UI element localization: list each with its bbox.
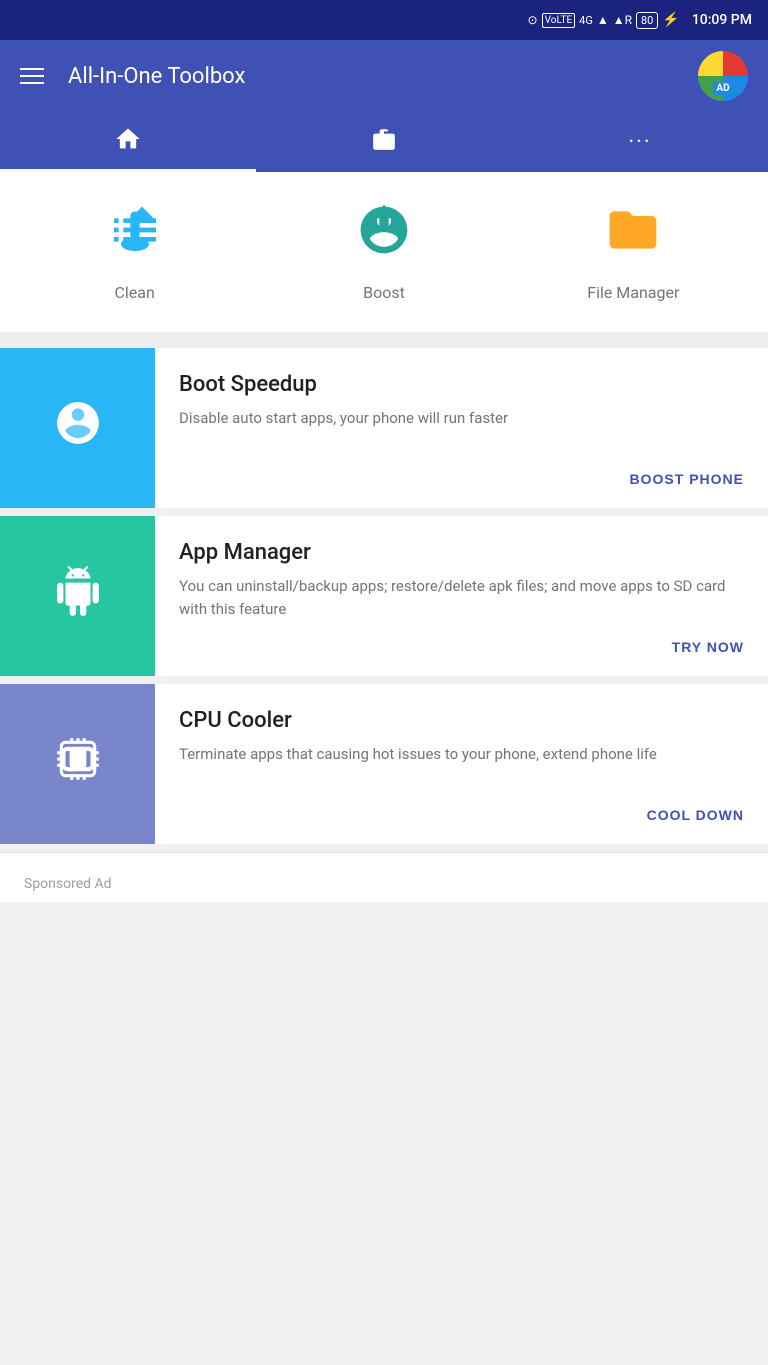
boot-speedup-card: Boot Speedup Disable auto start apps, yo… <box>0 348 768 508</box>
app-manager-card: App Manager You can uninstall/backup app… <box>0 516 768 676</box>
menu-button[interactable] <box>20 68 44 84</box>
status-time: 10:09 PM <box>692 12 752 28</box>
boost-icon <box>356 202 412 271</box>
boot-speedup-action: BOOST PHONE <box>179 469 744 488</box>
quick-actions: Clean Boost File Manager <box>0 172 768 332</box>
clean-label: Clean <box>114 283 154 302</box>
app-manager-action: TRY NOW <box>179 637 744 656</box>
tab-bar: ··· <box>0 112 768 172</box>
try-now-button[interactable]: TRY NOW <box>672 639 744 655</box>
boost-label: Boost <box>363 283 405 302</box>
file-manager-label: File Manager <box>587 283 679 302</box>
cpu-cooler-card-content: CPU Cooler Terminate apps that causing h… <box>155 684 768 844</box>
cool-down-button[interactable]: COOL DOWN <box>647 807 744 823</box>
boot-speedup-card-icon-bg <box>0 348 155 508</box>
app-manager-title: App Manager <box>179 540 744 565</box>
briefcase-icon <box>371 126 397 159</box>
signal-r-icon: ▲R <box>613 13 632 27</box>
cpu-cooler-desc: Terminate apps that causing hot issues t… <box>179 743 744 766</box>
clean-icon <box>107 202 163 271</box>
cpu-cooler-card: CPU Cooler Terminate apps that causing h… <box>0 684 768 844</box>
home-icon <box>114 125 142 160</box>
battery-charging-icon: ⚡ <box>662 12 679 28</box>
boot-speedup-icon <box>53 398 103 459</box>
sponsored-label: Sponsored Ad <box>24 876 112 892</box>
ad-label: AD <box>713 82 732 95</box>
cpu-cooler-card-icon-bg <box>0 684 155 844</box>
battery-level-icon: 80 <box>636 12 658 29</box>
tab-home[interactable] <box>0 112 256 172</box>
app-title: All-In-One Toolbox <box>68 64 698 89</box>
app-manager-card-icon-bg <box>0 516 155 676</box>
ad-badge[interactable]: AD <box>698 51 748 101</box>
status-icons: ⊙ VoLTE 4G ▲ ▲R 80 ⚡ <box>528 12 680 29</box>
separator-1 <box>0 332 768 348</box>
signal-icon: ▲ <box>597 13 609 27</box>
quick-action-file-manager[interactable]: File Manager <box>573 202 693 302</box>
app-bar: All-In-One Toolbox AD <box>0 40 768 112</box>
status-bar: ⊙ VoLTE 4G ▲ ▲R 80 ⚡ 10:09 PM <box>0 0 768 40</box>
quick-action-clean[interactable]: Clean <box>75 202 195 302</box>
boot-speedup-title: Boot Speedup <box>179 372 744 397</box>
network-4g-icon: 4G <box>579 14 593 27</box>
tab-tools[interactable] <box>256 112 512 172</box>
volte-icon: VoLTE <box>542 13 576 28</box>
quick-action-boost[interactable]: Boost <box>324 202 444 302</box>
boot-speedup-card-content: Boot Speedup Disable auto start apps, yo… <box>155 348 768 508</box>
boost-phone-button[interactable]: BOOST PHONE <box>630 471 744 487</box>
app-manager-icon <box>53 566 103 627</box>
sponsored-ad-bar: Sponsored Ad <box>0 852 768 902</box>
tab-more[interactable]: ··· <box>512 112 768 172</box>
cpu-cooler-action: COOL DOWN <box>179 805 744 824</box>
folder-icon <box>605 202 661 271</box>
cpu-cooler-title: CPU Cooler <box>179 708 744 733</box>
app-manager-desc: You can uninstall/backup apps; restore/d… <box>179 575 744 620</box>
wifi-icon: ⊙ <box>528 13 538 27</box>
boot-speedup-desc: Disable auto start apps, your phone will… <box>179 407 744 430</box>
more-dots-icon: ··· <box>628 130 651 155</box>
cpu-cooler-icon <box>53 734 103 795</box>
app-manager-card-content: App Manager You can uninstall/backup app… <box>155 516 768 676</box>
